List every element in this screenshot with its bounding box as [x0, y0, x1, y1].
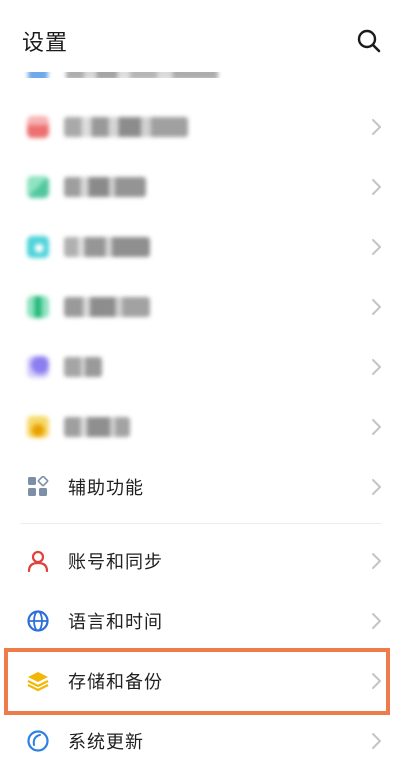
list-item-system-update[interactable]: 系统更新 — [0, 712, 406, 769]
chevron-right-icon — [370, 178, 382, 196]
list-item-blurred-2[interactable] — [0, 158, 406, 218]
chevron-right-icon — [370, 612, 382, 630]
chevron-right-icon — [370, 418, 382, 436]
red-app-icon — [27, 116, 49, 138]
list-item-blurred-4[interactable] — [0, 278, 406, 338]
list-item-blurred-5[interactable] — [0, 338, 406, 398]
blurred-label — [64, 297, 150, 317]
list-item-account-sync[interactable]: 账号和同步 — [0, 532, 406, 592]
page-title: 设置 — [22, 31, 69, 56]
row-label: 账号和同步 — [68, 552, 163, 573]
section-divider — [20, 523, 382, 524]
list-item-blurred-6[interactable] — [0, 398, 406, 458]
list-item-accessibility[interactable]: 辅助功能 — [0, 458, 406, 518]
purple-app-icon — [27, 356, 49, 378]
chevron-right-icon — [370, 478, 382, 496]
search-icon[interactable] — [356, 28, 382, 54]
row-label: 存储和备份 — [68, 672, 163, 693]
yellow-app-icon — [27, 416, 49, 438]
blurred-label — [64, 417, 130, 437]
list-item-blurred-3[interactable] — [0, 218, 406, 278]
chevron-right-icon — [370, 358, 382, 376]
stack-layers-icon — [27, 670, 49, 692]
chevron-right-icon — [370, 672, 382, 690]
chevron-right-icon — [370, 118, 382, 136]
top-bar: 设置 — [0, 0, 406, 72]
chevron-right-icon — [370, 298, 382, 316]
list-item-blurred-1[interactable] — [0, 98, 406, 158]
blurred-label — [64, 177, 146, 197]
green-app-icon — [27, 176, 49, 198]
chevron-right-icon — [370, 732, 382, 750]
update-icon — [27, 730, 49, 752]
row-label: 语言和时间 — [68, 612, 163, 633]
accessibility-icon — [27, 475, 49, 498]
list-item-storage-backup[interactable]: 存储和备份 — [0, 652, 406, 712]
list-item-language-time[interactable]: 语言和时间 — [0, 592, 406, 652]
row-label: 系统更新 — [68, 732, 144, 753]
green-app-icon — [27, 296, 49, 318]
blurred-label — [64, 237, 150, 257]
blurred-label — [64, 357, 102, 377]
chevron-right-icon — [370, 238, 382, 256]
globe-icon — [27, 610, 49, 632]
blurred-label — [64, 117, 188, 137]
row-label: 辅助功能 — [68, 478, 144, 499]
teal-app-icon — [27, 236, 49, 258]
person-icon — [27, 550, 49, 573]
settings-screen: 设置 辅助功能 账号和同步 语言和时间 存储和备份 系统更新 — [0, 0, 406, 769]
chevron-right-icon — [370, 552, 382, 570]
